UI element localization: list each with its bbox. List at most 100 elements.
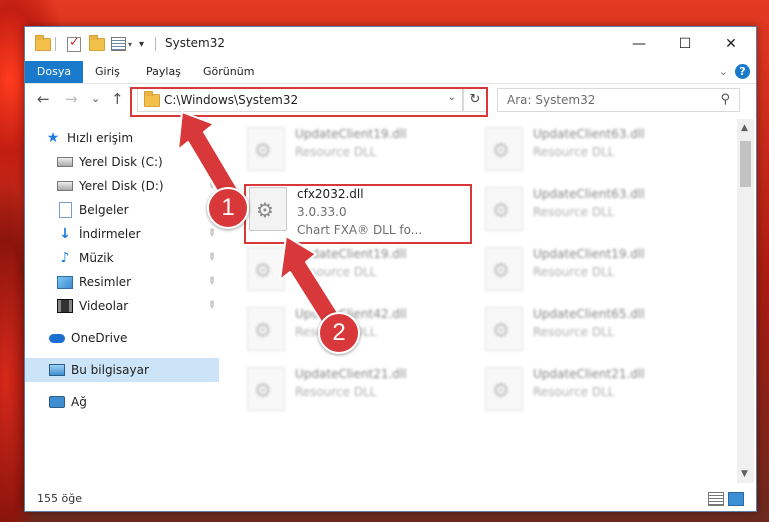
sidebar-item-label: Resimler: [79, 275, 132, 289]
up-button[interactable]: ↑: [111, 90, 124, 108]
file-description: Resource DLL: [533, 145, 615, 159]
file-description: Resource DLL: [533, 385, 615, 399]
quick-access-customize-icon[interactable]: ▾: [111, 35, 132, 53]
recent-locations-button[interactable]: ⌄: [91, 92, 100, 105]
close-button[interactable]: ✕: [708, 27, 754, 61]
file-tile[interactable]: UpdateClient42.dll Resource DLL: [247, 301, 477, 359]
quick-new-folder-icon[interactable]: [89, 34, 105, 53]
dll-file-icon: [485, 127, 523, 171]
sep-2: [155, 35, 156, 53]
sidebar-item-this-pc[interactable]: Bu bilgisayar: [25, 358, 219, 382]
file-tile[interactable]: UpdateClient19.dll Resource DLL: [485, 241, 715, 299]
document-icon: [57, 202, 73, 218]
file-name: UpdateClient63.dll: [533, 127, 645, 141]
item-count: 155 öğe: [37, 492, 82, 505]
drive-icon: [57, 154, 73, 170]
sidebar-item-videos[interactable]: Videolar ✎: [25, 294, 219, 318]
file-description: Resource DLL: [295, 385, 377, 399]
file-tile[interactable]: UpdateClient65.dll Resource DLL: [485, 301, 715, 359]
sidebar-item-disk-d[interactable]: Yerel Disk (D:) ✎: [25, 174, 219, 198]
scroll-down-icon[interactable]: ▼: [741, 469, 748, 479]
help-icon[interactable]: ?: [735, 64, 750, 79]
file-tile[interactable]: UpdateClient19.dll Resource DLL: [247, 241, 477, 299]
sidebar-item-label: Müzik: [79, 251, 114, 265]
quick-properties-icon[interactable]: [67, 35, 81, 53]
file-description: Resource DLL: [295, 145, 377, 159]
sidebar-item-onedrive[interactable]: OneDrive: [25, 326, 219, 350]
navigation-pane: ★ Hızlı erişim Yerel Disk (C:) Yerel Dis…: [25, 119, 219, 483]
sidebar-item-disk-c[interactable]: Yerel Disk (C:): [25, 150, 219, 174]
quick-access-dropdown-icon[interactable]: ▾: [139, 35, 144, 53]
file-description: Resource DLL: [533, 265, 615, 279]
file-tile[interactable]: UpdateClient63.dll Resource DLL: [485, 121, 715, 179]
large-icons-view-icon[interactable]: [728, 492, 744, 506]
back-button[interactable]: ←: [37, 90, 50, 108]
file-name: UpdateClient19.dll: [295, 127, 407, 141]
computer-icon: [49, 362, 65, 378]
title-bar: ▾ ▾ System32 — ☐ ✕: [25, 27, 756, 61]
forward-button[interactable]: →: [65, 90, 78, 108]
expand-ribbon-icon[interactable]: ⌄: [719, 65, 728, 78]
sidebar-item-label: OneDrive: [71, 331, 128, 345]
dll-file-icon: [247, 127, 285, 171]
details-view-icon[interactable]: [708, 492, 724, 506]
status-bar: 155 öğe: [25, 487, 756, 511]
download-icon: ↓: [59, 226, 71, 242]
sidebar-item-documents[interactable]: Belgeler ✎: [25, 198, 219, 222]
file-tile[interactable]: UpdateClient63.dll Resource DLL: [485, 181, 715, 239]
sidebar-item-label: Belgeler: [79, 203, 129, 217]
dll-file-icon: [247, 367, 285, 411]
sidebar-item-music[interactable]: ♪ Müzik ✎: [25, 246, 219, 270]
search-input[interactable]: Ara: System32 ⚲: [497, 88, 740, 112]
sidebar-item-quick-access[interactable]: ★ Hızlı erişim: [25, 126, 219, 150]
tab-file[interactable]: Dosya: [25, 61, 83, 83]
sidebar-item-label: Ağ: [71, 395, 87, 409]
maximize-button[interactable]: ☐: [662, 27, 708, 61]
dll-file-icon: [485, 187, 523, 231]
file-tile[interactable]: UpdateClient21.dll Resource DLL: [247, 361, 477, 419]
sidebar-item-label: Videolar: [79, 299, 129, 313]
sidebar-item-label: İndirmeler: [79, 227, 141, 241]
sidebar-item-label: Bu bilgisayar: [71, 363, 149, 377]
sidebar-item-pictures[interactable]: Resimler ✎: [25, 270, 219, 294]
file-description: Resource DLL: [533, 205, 615, 219]
pin-icon: ✎: [203, 226, 218, 241]
ribbon-tabs: Dosya Giriş Paylaş Görünüm ⌄ ?: [25, 61, 756, 84]
file-name: UpdateClient21.dll: [295, 367, 407, 381]
file-highlight-box: [244, 184, 472, 244]
title-folder-icon: [35, 34, 51, 53]
dll-file-icon: [485, 367, 523, 411]
dll-file-icon: [485, 247, 523, 291]
file-name: UpdateClient19.dll: [295, 247, 407, 261]
sidebar-item-label: Yerel Disk (D:): [79, 179, 164, 193]
network-icon: [49, 394, 65, 410]
step-1-badge: 1: [207, 187, 249, 229]
tab-home[interactable]: Giriş: [95, 61, 120, 83]
sidebar-item-label: Hızlı erişim: [67, 131, 134, 145]
file-name: UpdateClient21.dll: [533, 367, 645, 381]
file-name: UpdateClient19.dll: [533, 247, 645, 261]
step-2-badge: 2: [318, 312, 360, 354]
window-title: System32: [165, 36, 226, 50]
minimize-button[interactable]: —: [616, 27, 662, 61]
sep-1: [55, 35, 56, 53]
dll-file-icon: [247, 307, 285, 351]
sidebar-item-network[interactable]: Ağ: [25, 390, 219, 414]
tab-share[interactable]: Paylaş: [146, 61, 181, 83]
pin-icon: ✎: [203, 274, 218, 289]
file-tile[interactable]: UpdateClient21.dll Resource DLL: [485, 361, 715, 419]
sidebar-item-downloads[interactable]: ↓ İndirmeler ✎: [25, 222, 219, 246]
file-name: UpdateClient63.dll: [533, 187, 645, 201]
tab-view[interactable]: Görünüm: [203, 61, 254, 83]
file-tile[interactable]: UpdateClient19.dll Resource DLL: [247, 121, 477, 179]
sidebar-item-label: Yerel Disk (C:): [79, 155, 163, 169]
search-placeholder: Ara: System32: [507, 93, 596, 107]
drive-icon: [57, 178, 73, 194]
file-description: Resource DLL: [295, 265, 377, 279]
pin-icon: ✎: [203, 250, 218, 265]
vertical-scrollbar[interactable]: ▲ ▼: [737, 119, 754, 483]
scroll-up-icon[interactable]: ▲: [741, 123, 748, 133]
scroll-thumb[interactable]: [740, 141, 751, 187]
dll-file-icon: [485, 307, 523, 351]
search-icon: ⚲: [720, 92, 730, 107]
